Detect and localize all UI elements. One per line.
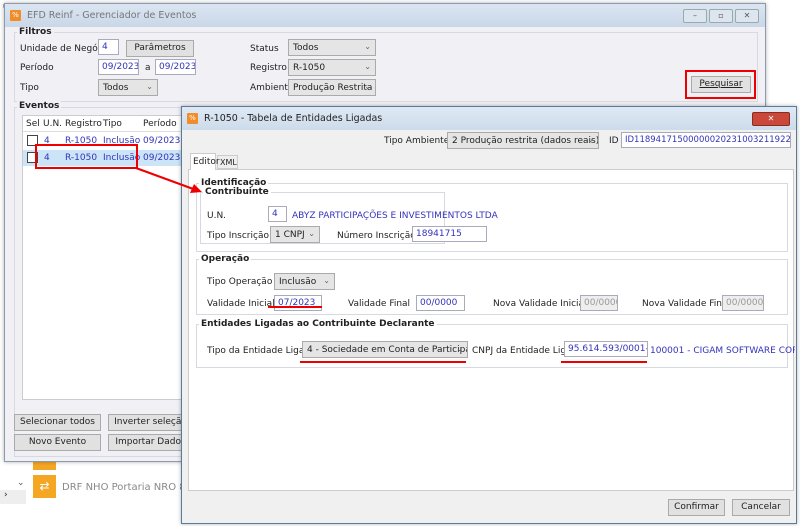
col-periodo[interactable]: Período (143, 119, 177, 129)
parametros-button[interactable]: Parâmetros (126, 40, 194, 57)
app-tile-icon (33, 462, 56, 470)
annotation-box-row (35, 144, 138, 169)
validade-final-input[interactable]: 00/0000 (416, 295, 465, 311)
novo-evento-button[interactable]: Novo Evento (14, 434, 101, 451)
unidade-input[interactable]: 4 (98, 39, 119, 55)
nova-validade-inicial-input[interactable]: 00/0000 (580, 295, 618, 311)
cell-periodo: 09/2023 (143, 136, 181, 146)
entidades-dialog: % R-1050 - Tabela de Entidades Ligadas ✕… (181, 106, 797, 524)
numero-inscricao-label: Número Inscrição (337, 231, 416, 241)
col-registro[interactable]: Registro (65, 119, 102, 129)
window-title: EFD Reinf - Gerenciador de Eventos (27, 10, 197, 21)
chevron-down-icon: ⌄ (146, 82, 153, 91)
registro-select[interactable]: R-1050 ⌄ (288, 59, 376, 76)
ambiente-select[interactable]: Produção Restrita ⌄ (288, 79, 376, 96)
chevron-down-icon: ⌄ (308, 229, 315, 238)
background-item-label[interactable]: DRF NHO Portaria NRO 85 (62, 482, 192, 493)
exchange-icon[interactable]: ⇄ (33, 475, 56, 498)
dialog-title-bar: % R-1050 - Tabela de Entidades Ligadas ✕ (182, 107, 796, 130)
minimize-button[interactable]: – (683, 9, 707, 23)
chevron-down-icon: ⌄ (364, 82, 371, 91)
registro-label: Registro (250, 63, 287, 73)
validade-inicial-label: Validade Inicial (207, 299, 275, 309)
registro-value: R-1050 (293, 63, 326, 73)
dialog-title: R-1050 - Tabela de Entidades Ligadas (204, 113, 383, 124)
status-label: Status (250, 44, 279, 54)
chevron-down-icon: ⌄ (364, 42, 371, 51)
chevron-down-icon: ⌄ (587, 135, 594, 144)
periodo-from-input[interactable]: 09/2023 (98, 59, 139, 75)
title-bar: % EFD Reinf - Gerenciador de Eventos – ▫… (5, 4, 765, 27)
un-name: ABYZ PARTICIPAÇÕES E INVESTIMENTOS LTDA (292, 211, 498, 221)
maximize-button[interactable]: ▫ (709, 9, 733, 23)
annotation-underline-cnpj (561, 361, 647, 363)
validade-final-label: Validade Final (348, 299, 411, 309)
annotation-underline-validade (268, 306, 322, 308)
contribuinte-label: Contribuinte (203, 187, 271, 197)
nova-validade-final-input[interactable]: 00/0000 (722, 295, 764, 311)
eventos-label: Eventos (17, 101, 62, 111)
table-header: Sel U.N. Registro Tipo Período (23, 116, 191, 132)
tipo-value: Todos (103, 83, 129, 93)
confirmar-button[interactable]: Confirmar (668, 499, 725, 516)
col-un[interactable]: U.N. (43, 119, 62, 129)
tab-xml[interactable]: XML (217, 155, 238, 169)
annotation-box-pesquisar (685, 70, 756, 99)
entidades-label: Entidades Ligadas ao Contribuinte Declar… (199, 319, 437, 329)
close-button[interactable]: ✕ (735, 9, 759, 23)
ambiente-value: Produção Restrita (293, 83, 373, 93)
chevron-down-icon: ⌄ (456, 344, 463, 353)
tipo-inscricao-label: Tipo Inscrição (207, 231, 269, 241)
periodo-separator: a (145, 63, 151, 73)
numero-inscricao-input[interactable]: 18941715 (412, 226, 487, 242)
tipo-inscricao-select[interactable]: 1 CNPJ ⌄ (270, 226, 320, 243)
tipo-entidade-value: 4 - Sociedade em Conta de Participação (307, 345, 467, 355)
col-sel[interactable]: Sel (26, 119, 40, 129)
dialog-close-button[interactable]: ✕ (752, 112, 790, 126)
cancelar-button[interactable]: Cancelar (732, 499, 790, 516)
cnpj-entidade-name: 100001 - CIGAM SOFTWARE CORPO (650, 346, 795, 356)
status-select[interactable]: Todos ⌄ (288, 39, 376, 56)
tipo-operacao-select[interactable]: Inclusão ⌄ (274, 273, 335, 290)
chevron-down-icon: ⌄ (323, 276, 330, 285)
tipo-ambiente-value: 2 Produção restrita (dados reais) (452, 136, 599, 146)
filtros-label: Filtros (17, 27, 54, 37)
ambiente-label: Ambiente (250, 83, 294, 93)
app-icon: % (187, 113, 198, 124)
tipo-entidade-select[interactable]: 4 - Sociedade em Conta de Participação⌄ (302, 341, 468, 358)
id-input[interactable]: ID1189417150000002023100321192200003 (621, 132, 791, 148)
tab-editor[interactable]: Editor (190, 153, 220, 170)
tipo-ambiente-select[interactable]: 2 Produção restrita (dados reais) ⌄ (447, 132, 599, 149)
chevron-right-icon[interactable]: › (0, 490, 26, 504)
chevron-down-icon: ⌄ (364, 62, 371, 71)
tipo-operacao-label: Tipo Operação (207, 277, 273, 287)
periodo-to-input[interactable]: 09/2023 (155, 59, 196, 75)
col-tipo[interactable]: Tipo (103, 119, 122, 129)
chevron-down-icon[interactable]: ⌄ (17, 478, 25, 488)
tipo-select[interactable]: Todos ⌄ (98, 79, 158, 96)
nova-validade-final-label: Nova Validade Final (642, 299, 730, 309)
tipo-ambiente-label: Tipo Ambiente (384, 136, 450, 146)
tipo-inscricao-value: 1 CNPJ (275, 230, 305, 240)
tipo-operacao-value: Inclusão (279, 277, 317, 287)
tipo-label: Tipo (20, 83, 39, 93)
annotation-underline-tipo-entidade (300, 361, 466, 363)
un-label: U.N. (207, 211, 227, 221)
selecionar-todos-button[interactable]: Selecionar todos (14, 414, 101, 431)
validade-inicial-input[interactable]: 07/2023 (274, 295, 322, 311)
tipo-entidade-label: Tipo da Entidade Ligada (207, 346, 316, 356)
nova-validade-inicial-label: Nova Validade Inicial (493, 299, 587, 309)
status-value: Todos (293, 43, 319, 53)
periodo-label: Período (20, 63, 54, 73)
un-input[interactable]: 4 (268, 206, 287, 222)
operacao-label: Operação (199, 254, 252, 264)
editor-panel: Identificação Contribuinte U.N. 4 ABYZ P… (188, 169, 795, 491)
id-label: ID (609, 136, 619, 146)
cnpj-entidade-input[interactable]: 95.614.593/0001-92 (564, 341, 648, 357)
app-icon: % (10, 10, 21, 21)
